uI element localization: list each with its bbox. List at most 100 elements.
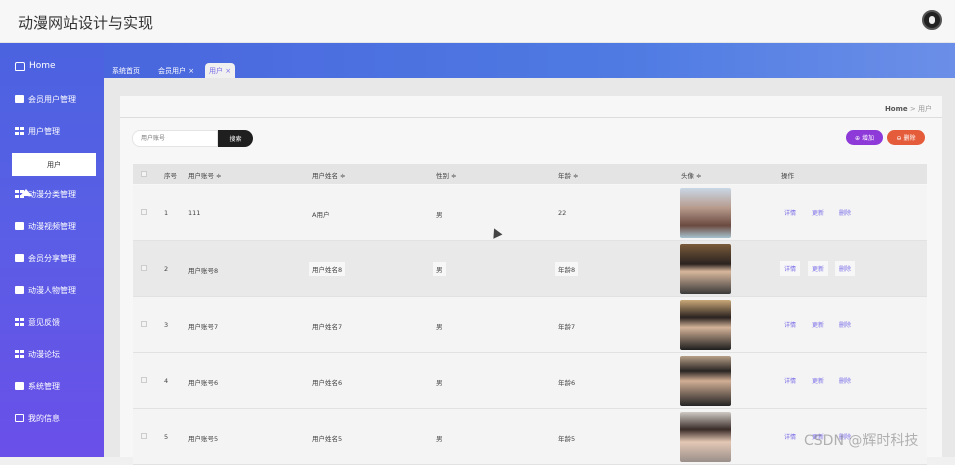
- cell-account: 用户账号5: [188, 435, 219, 443]
- select-all-checkbox[interactable]: [141, 171, 147, 177]
- breadcrumb-home[interactable]: Home: [885, 105, 908, 113]
- cell-name: A用户: [312, 211, 330, 219]
- row-checkbox[interactable]: [141, 209, 147, 215]
- column-header-name[interactable]: 用户姓名 ≑: [312, 170, 346, 180]
- breadcrumb-current: 用户: [918, 105, 932, 113]
- detail-button[interactable]: 详情: [784, 208, 796, 217]
- cell-account: 用户账号8: [188, 267, 219, 275]
- cell-name: 用户姓名5: [312, 435, 343, 443]
- tab-member-users[interactable]: 会员用户 ×: [154, 63, 198, 78]
- delete-row-button[interactable]: 删除: [839, 320, 851, 329]
- detail-button[interactable]: 详情: [780, 261, 801, 276]
- cell-name: 用户姓名8: [309, 262, 346, 276]
- sidebar-item-system[interactable]: 系统管理: [0, 375, 104, 397]
- table-row: 1 111 A用户 男 22 详情 更新 删除: [133, 185, 927, 241]
- sidebar-item-label: 会员分享管理: [28, 253, 76, 263]
- sidebar-subitem-user[interactable]: 用户: [12, 153, 96, 176]
- sidebar: Home 会员用户管理 用户管理 用户 动漫分类管理 动漫视频管理 会员分享管理…: [0, 43, 104, 457]
- column-header-account[interactable]: 用户账号 ≑: [188, 170, 222, 180]
- video-icon: [15, 222, 24, 230]
- chart-icon: [15, 286, 24, 294]
- sidebar-item-label: 动漫视频管理: [28, 221, 76, 231]
- cell-age: 22: [558, 209, 567, 217]
- cell-age: 年龄6: [558, 379, 576, 387]
- cell-index: 5: [164, 433, 169, 441]
- sidebar-item-home[interactable]: Home: [0, 55, 104, 77]
- sidebar-item-anime-characters[interactable]: 动漫人物管理: [0, 279, 104, 301]
- avatar-image: [680, 188, 731, 238]
- column-header-age[interactable]: 年龄 ≑: [558, 170, 579, 180]
- column-header-actions: 操作: [781, 172, 794, 180]
- sidebar-item-member-users[interactable]: 会员用户管理: [0, 88, 104, 110]
- sidebar-item-member-share[interactable]: 会员分享管理: [0, 247, 104, 269]
- delete-row-button[interactable]: 删除: [839, 208, 851, 217]
- table-row: 2 用户账号8 用户姓名8 男 年龄8 详情 更新 删除: [133, 241, 927, 297]
- cell-account: 用户账号6: [188, 379, 219, 387]
- grid-icon: [15, 127, 24, 135]
- table-row: 3 用户账号7 用户姓名7 男 年龄7 详情 更新 删除: [133, 297, 927, 353]
- cell-index: 4: [164, 377, 169, 385]
- detail-button[interactable]: 详情: [784, 320, 796, 329]
- delete-row-button[interactable]: 删除: [835, 261, 856, 276]
- search-button[interactable]: 搜索: [218, 130, 253, 147]
- sidebar-item-label: 意见反馈: [28, 317, 60, 327]
- grid-icon: [15, 350, 24, 358]
- avatar-image: [680, 356, 731, 406]
- grid-icon: [15, 190, 24, 198]
- tab-users[interactable]: 用户 ×: [205, 63, 236, 78]
- column-header-avatar[interactable]: 头像 ≑: [681, 170, 702, 180]
- sidebar-item-label: 动漫人物管理: [28, 285, 76, 295]
- update-button[interactable]: 更新: [812, 376, 824, 385]
- add-button[interactable]: ⊕ 增加: [846, 130, 883, 145]
- cell-index: 2: [164, 265, 169, 273]
- delete-button[interactable]: ⊖ 删除: [887, 130, 925, 145]
- sidebar-item-forum[interactable]: 动漫论坛: [0, 343, 104, 365]
- sidebar-item-feedback[interactable]: 意见反馈: [0, 311, 104, 333]
- user-avatar[interactable]: [922, 10, 942, 30]
- avatar-image: [680, 412, 731, 462]
- avatar-image: [680, 244, 731, 294]
- cell-name: 用户姓名7: [312, 323, 343, 331]
- detail-button[interactable]: 详情: [784, 432, 796, 441]
- sidebar-item-label: Home: [29, 61, 56, 71]
- update-button[interactable]: 更新: [812, 208, 824, 217]
- cell-account: 111: [188, 209, 201, 217]
- chat-icon: [15, 95, 24, 103]
- row-checkbox[interactable]: [141, 433, 147, 439]
- row-checkbox[interactable]: [141, 377, 147, 383]
- column-header-gender[interactable]: 性别 ≑: [436, 170, 457, 180]
- grid-icon: [15, 318, 24, 326]
- breadcrumb: Home > 用户: [885, 104, 932, 114]
- cell-gender: 男: [436, 379, 443, 387]
- cell-gender: 男: [433, 262, 446, 276]
- app-title: 动漫网站设计与实现: [18, 14, 154, 32]
- cell-account: 用户账号7: [188, 323, 219, 331]
- sidebar-item-anime-video[interactable]: 动漫视频管理: [0, 215, 104, 237]
- sidebar-item-label: 用户管理: [28, 126, 60, 136]
- sidebar-item-users[interactable]: 用户管理: [0, 120, 104, 142]
- cell-age: 年龄8: [555, 262, 579, 276]
- sidebar-item-label: 动漫论坛: [28, 349, 60, 359]
- sidebar-item-label: 我的信息: [28, 413, 60, 423]
- divider: [120, 117, 942, 118]
- update-button[interactable]: 更新: [812, 320, 824, 329]
- detail-button[interactable]: 详情: [784, 376, 796, 385]
- profile-icon: [15, 414, 24, 422]
- delete-row-button[interactable]: 删除: [839, 376, 851, 385]
- update-button[interactable]: 更新: [808, 261, 829, 276]
- column-header-index: 序号: [164, 172, 177, 180]
- row-checkbox[interactable]: [141, 265, 147, 271]
- sidebar-item-label: 动漫分类管理: [28, 189, 76, 199]
- breadcrumb-separator: >: [909, 105, 916, 113]
- sidebar-item-anime-category[interactable]: 动漫分类管理: [0, 183, 104, 205]
- search-input[interactable]: [132, 130, 218, 147]
- avatar-image: [680, 300, 731, 350]
- cell-gender: 男: [436, 211, 443, 219]
- tab-home[interactable]: 系统首页: [108, 63, 144, 78]
- cell-gender: 男: [436, 323, 443, 331]
- row-checkbox[interactable]: [141, 321, 147, 327]
- cell-gender: 男: [436, 435, 443, 443]
- sidebar-item-my-info[interactable]: 我的信息: [0, 407, 104, 429]
- cell-age: 年龄5: [558, 435, 576, 443]
- table-header: 序号 用户账号 ≑ 用户姓名 ≑ 性别 ≑ 年龄 ≑ 头像 ≑ 操作: [133, 164, 927, 184]
